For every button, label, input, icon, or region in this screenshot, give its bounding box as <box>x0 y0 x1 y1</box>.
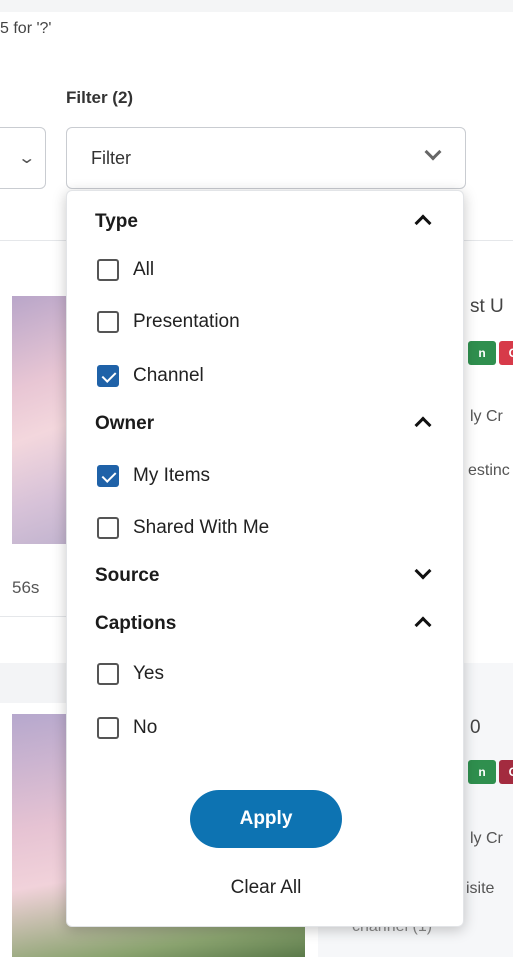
checkbox-channel[interactable] <box>97 365 119 387</box>
option-label: Yes <box>133 663 164 684</box>
option-label: Channel <box>133 365 204 386</box>
checkbox-no[interactable] <box>97 717 119 739</box>
option-label: Presentation <box>133 311 240 332</box>
clear-all-button[interactable]: Clear All <box>67 877 465 899</box>
filter-dropdown-label: Filter <box>91 148 131 168</box>
section-header-type[interactable]: Type <box>95 211 138 233</box>
option-presentation[interactable]: Presentation <box>97 309 240 335</box>
option-label: Shared With Me <box>133 517 270 538</box>
card-owner: ly Cr <box>470 830 503 847</box>
chevron-up-icon[interactable] <box>414 214 432 232</box>
card-duration: 56s <box>12 578 40 597</box>
option-all[interactable]: All <box>97 257 154 283</box>
section-header-owner[interactable]: Owner <box>95 413 154 435</box>
option-yes[interactable]: Yes <box>97 661 164 687</box>
chevron-down-icon <box>424 143 442 161</box>
card-description: estinc <box>468 462 510 479</box>
video-thumbnail[interactable] <box>12 296 70 544</box>
option-my-items[interactable]: My Items <box>97 463 210 489</box>
chevron-up-icon[interactable] <box>414 416 432 434</box>
checkbox-shared-with-me[interactable] <box>97 517 119 539</box>
chevron-down-icon[interactable] <box>414 562 432 580</box>
sort-select[interactable]: ⌄ <box>0 127 46 189</box>
checkbox-presentation[interactable] <box>97 311 119 333</box>
option-label: My Items <box>133 465 211 486</box>
chevron-down-icon: ⌄ <box>16 150 36 167</box>
chevron-up-icon[interactable] <box>414 616 432 634</box>
results-count: 5 for '?' <box>0 20 52 37</box>
filter-dropdown[interactable]: Filter <box>66 127 466 189</box>
card-tag: n <box>468 760 496 784</box>
filter-title: Filter (2) <box>66 88 134 107</box>
section-header-source[interactable]: Source <box>95 565 159 587</box>
option-no[interactable]: No <box>97 715 157 741</box>
section-header-captions[interactable]: Captions <box>95 613 176 635</box>
card-description: isite <box>466 880 495 897</box>
checkbox-all[interactable] <box>97 259 119 281</box>
card-title[interactable]: 0 <box>470 717 481 739</box>
card-tag: C <box>499 760 513 784</box>
top-bar <box>0 0 513 12</box>
card-title[interactable]: st U <box>470 296 504 318</box>
option-label: No <box>133 717 158 738</box>
filter-panel: Type All Presentation Channel Owner My I… <box>66 190 464 927</box>
option-channel[interactable]: Channel <box>97 363 204 389</box>
option-label: All <box>133 259 155 280</box>
card-owner: ly Cr <box>470 408 503 425</box>
checkbox-yes[interactable] <box>97 663 119 685</box>
checkbox-my-items[interactable] <box>97 465 119 487</box>
card-tag: n <box>468 341 496 365</box>
divider <box>0 616 66 617</box>
card-tag: C <box>499 341 513 365</box>
apply-button[interactable]: Apply <box>190 790 342 848</box>
option-shared-with-me[interactable]: Shared With Me <box>97 515 269 541</box>
